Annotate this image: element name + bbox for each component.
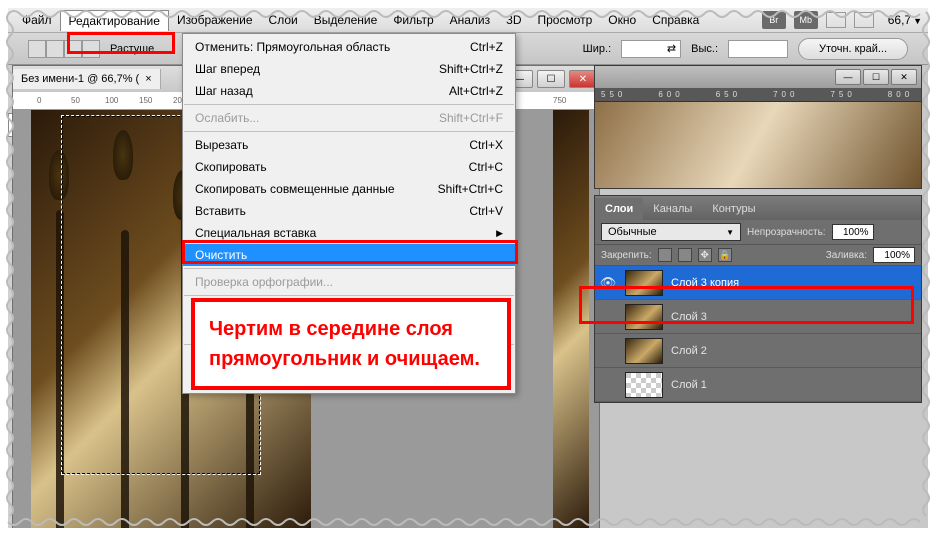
menu-item[interactable]: ВставитьCtrl+V bbox=[183, 200, 515, 222]
menu-image[interactable]: Изображение bbox=[169, 10, 261, 30]
opacity-field[interactable]: 100% bbox=[832, 224, 874, 240]
menu-item-label: Шаг назад bbox=[195, 84, 253, 98]
menu-item-label: Скопировать совмещенные данные bbox=[195, 182, 395, 196]
panel-minimize-button[interactable]: — bbox=[835, 69, 861, 85]
height-field[interactable] bbox=[728, 40, 788, 58]
blend-mode-select[interactable]: Обычные▼ bbox=[601, 223, 741, 241]
menu-item[interactable]: Специальная вставка ▶ bbox=[183, 222, 515, 244]
panel-close-button[interactable]: ✕ bbox=[891, 69, 917, 85]
navigator-preview[interactable]: 550600650700750800850900950 bbox=[595, 88, 921, 188]
sel-new-icon[interactable] bbox=[28, 40, 46, 58]
menu-item-label: Скопировать bbox=[195, 160, 267, 174]
sel-sub-icon[interactable] bbox=[64, 40, 82, 58]
close-button[interactable]: ✕ bbox=[569, 70, 597, 88]
menu-layers[interactable]: Слои bbox=[261, 10, 306, 30]
lock-label: Закрепить: bbox=[601, 250, 652, 261]
layer-thumbnail[interactable] bbox=[625, 338, 663, 364]
lock-pixels-icon[interactable] bbox=[678, 248, 692, 262]
layer-thumbnail[interactable] bbox=[625, 270, 663, 296]
canvas-image-right bbox=[553, 110, 589, 528]
maximize-button[interactable]: ☐ bbox=[537, 70, 565, 88]
menu-edit[interactable]: Редактирование bbox=[60, 10, 169, 31]
menu-item-label: Специальная вставка bbox=[195, 226, 316, 240]
feather-label: Растуше bbox=[110, 43, 154, 55]
refine-edge-button[interactable]: Уточн. край... bbox=[798, 38, 908, 60]
navigator-ruler: 550600650700750800850900950 bbox=[595, 88, 921, 102]
bridge-badge[interactable]: Br bbox=[762, 11, 786, 29]
opacity-label: Непрозрачность: bbox=[747, 227, 826, 238]
menu-3d[interactable]: 3D bbox=[498, 10, 529, 30]
menu-item[interactable]: Шаг впередShift+Ctrl+Z bbox=[183, 58, 515, 80]
menu-item-label: Вставить bbox=[195, 204, 246, 218]
width-field[interactable]: ⇄ bbox=[621, 40, 681, 58]
document-title: Без имени-1 @ 66,7% ( bbox=[21, 73, 139, 85]
menu-view[interactable]: Просмотр bbox=[529, 10, 600, 30]
layer-row[interactable]: Слой 2 bbox=[595, 334, 921, 368]
selection-mode-group bbox=[28, 40, 100, 58]
menu-item-label: Очистить bbox=[195, 248, 247, 262]
annotation-callout: Чертим в середине слоя прямоугольник и о… bbox=[191, 298, 511, 390]
screen-mode-icon[interactable] bbox=[826, 12, 846, 28]
menu-item-label: Шаг вперед bbox=[195, 62, 260, 76]
menu-item-label: Отменить: Прямоугольная область bbox=[195, 40, 390, 54]
width-label: Шир.: bbox=[583, 43, 611, 55]
lock-all-icon[interactable]: 🔒 bbox=[718, 248, 732, 262]
arrange-icon[interactable] bbox=[854, 12, 874, 28]
menu-item: Ослабить...Shift+Ctrl+F bbox=[183, 107, 515, 129]
layer-row[interactable]: Слой 3 bbox=[595, 300, 921, 334]
menu-item[interactable]: Отменить: Прямоугольная областьCtrl+Z bbox=[183, 36, 515, 58]
layer-name[interactable]: Слой 2 bbox=[671, 345, 917, 357]
panel-maximize-button[interactable]: ☐ bbox=[863, 69, 889, 85]
menu-item[interactable]: ВырезатьCtrl+X bbox=[183, 134, 515, 156]
tab-paths[interactable]: Контуры bbox=[702, 198, 765, 220]
menu-item: Проверка орфографии... bbox=[183, 271, 515, 293]
menu-item-label: Проверка орфографии... bbox=[195, 275, 333, 289]
menu-item[interactable]: СкопироватьCtrl+C bbox=[183, 156, 515, 178]
menu-help[interactable]: Справка bbox=[644, 10, 707, 30]
document-tab[interactable]: Без имени-1 @ 66,7% ( × bbox=[13, 69, 161, 89]
sel-int-icon[interactable] bbox=[82, 40, 100, 58]
height-label: Выс.: bbox=[691, 43, 718, 55]
submenu-arrow-icon: ▶ bbox=[496, 228, 503, 239]
menu-item[interactable]: Скопировать совмещенные данныеShift+Ctrl… bbox=[183, 178, 515, 200]
menu-item-label: Вырезать bbox=[195, 138, 248, 152]
sel-add-icon[interactable] bbox=[46, 40, 64, 58]
zoom-level[interactable]: 66,7▼ bbox=[888, 13, 922, 27]
tab-channels[interactable]: Каналы bbox=[643, 198, 702, 220]
menu-file[interactable]: Файл bbox=[14, 10, 60, 30]
tab-layers[interactable]: Слои bbox=[595, 198, 643, 220]
fill-label: Заливка: bbox=[826, 250, 867, 261]
tab-close-icon[interactable]: × bbox=[145, 73, 151, 85]
menu-bar: Файл Редактирование Изображение Слои Выд… bbox=[8, 8, 928, 33]
menu-item[interactable]: Очистить bbox=[183, 244, 515, 266]
menu-filter[interactable]: Фильтр bbox=[385, 10, 441, 30]
layer-name[interactable]: Слой 3 bbox=[671, 311, 917, 323]
layers-panel: Слои Каналы Контуры Обычные▼ Непрозрачно… bbox=[594, 195, 922, 403]
minibridge-badge[interactable]: Mb bbox=[794, 11, 818, 29]
lock-transparency-icon[interactable] bbox=[658, 248, 672, 262]
menu-analysis[interactable]: Анализ bbox=[442, 10, 499, 30]
layer-row[interactable]: Слой 1 bbox=[595, 368, 921, 402]
menu-select[interactable]: Выделение bbox=[306, 10, 386, 30]
menu-item[interactable]: Шаг назадAlt+Ctrl+Z bbox=[183, 80, 515, 102]
navigator-panel: — ☐ ✕ 550600650700750800850900950 bbox=[594, 65, 922, 189]
layer-thumbnail[interactable] bbox=[625, 372, 663, 398]
fill-field[interactable]: 100% bbox=[873, 247, 915, 263]
menu-window[interactable]: Окно bbox=[600, 10, 644, 30]
layer-name[interactable]: Слой 3 копия bbox=[671, 277, 917, 289]
visibility-icon[interactable]: 👁 bbox=[599, 275, 617, 291]
menu-item-label: Ослабить... bbox=[195, 111, 259, 125]
layer-thumbnail[interactable] bbox=[625, 304, 663, 330]
lock-position-icon[interactable]: ✥ bbox=[698, 248, 712, 262]
layer-row[interactable]: 👁 Слой 3 копия bbox=[595, 266, 921, 300]
layer-name[interactable]: Слой 1 bbox=[671, 379, 917, 391]
